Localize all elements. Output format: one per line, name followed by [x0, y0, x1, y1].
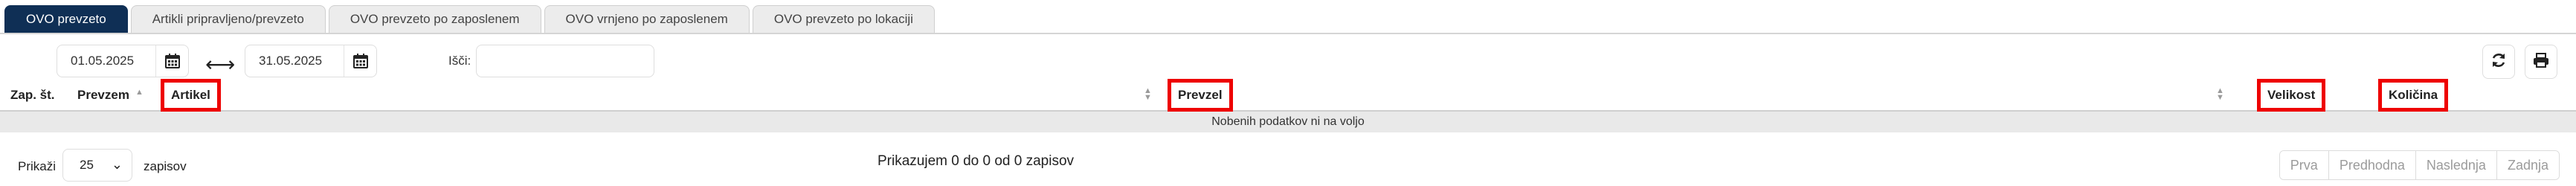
- column-zap-st[interactable]: Zap. št.: [10, 79, 55, 112]
- empty-table-message: Nobenih podatkov ni na voljo: [0, 112, 2576, 132]
- sort-icon: ▲ ▼: [1144, 86, 1152, 102]
- table-footer: Prikaži 25 ⌄ zapisov Prikazujem 0 do 0 o…: [0, 149, 2576, 186]
- calendar-icon[interactable]: [344, 45, 376, 77]
- table-header: Zap. št. Prevzem ▲ Artikel ▲ ▼ Prevzel ▲ ▼…: [0, 79, 2576, 112]
- column-velikost[interactable]: Velikost: [2257, 79, 2326, 112]
- records-info: Prikazujem 0 do 0 od 0 zapisov: [878, 153, 1075, 169]
- tab-ovo-prevzeto[interactable]: OVO prevzeto: [4, 5, 128, 33]
- date-from-value[interactable]: 01.05.2025: [57, 54, 155, 68]
- chevron-down-icon: ⌄: [111, 157, 123, 172]
- tab-ovo-vrnjeno-po-zaposlenem[interactable]: OVO vrnjeno po zaposlenem: [544, 5, 750, 33]
- column-kolicina[interactable]: Količina: [2378, 79, 2449, 112]
- sort-asc-icon: ▲: [135, 88, 144, 97]
- search-input[interactable]: [476, 45, 654, 77]
- search-label: Išči:: [448, 54, 471, 68]
- tab-ovo-prevzeto-po-zaposlenem[interactable]: OVO prevzeto po zaposlenem: [328, 5, 541, 33]
- column-prevzem[interactable]: Prevzem: [77, 79, 129, 112]
- tab-artikli-pripravljeno-prevzeto[interactable]: Artikli pripravljeno/prevzeto: [130, 5, 326, 33]
- pagination: Prva Predhodna Naslednja Zadnja: [2279, 150, 2560, 180]
- column-prevzel[interactable]: Prevzel: [1168, 79, 1233, 112]
- refresh-icon: [2490, 51, 2508, 73]
- records-label: zapisov: [144, 159, 187, 173]
- pager-previous[interactable]: Predhodna: [2328, 151, 2416, 179]
- print-icon: [2532, 51, 2550, 73]
- column-artikel[interactable]: Artikel: [161, 79, 221, 112]
- sort-icon: ▲ ▼: [2216, 86, 2224, 102]
- date-range-arrow-icon: ⟷: [205, 53, 236, 76]
- page-size-select[interactable]: 25 ⌄: [62, 149, 132, 182]
- report-tabs: OVO prevzeto Artikli pripravljeno/prevze…: [0, 3, 2576, 34]
- page-size-value: 25: [80, 158, 94, 172]
- pager-next[interactable]: Naslednja: [2415, 151, 2497, 179]
- page-size-label: Prikaži: [18, 159, 57, 173]
- refresh-button[interactable]: [2482, 45, 2515, 79]
- calendar-icon[interactable]: [155, 45, 188, 77]
- date-from-field[interactable]: 01.05.2025: [57, 45, 189, 77]
- tab-ovo-prevzeto-po-lokaciji[interactable]: OVO prevzeto po lokaciji: [752, 5, 935, 33]
- filter-bar: 01.05.2025 ⟷ 31.05.2025 Išči:: [0, 45, 2576, 79]
- print-button[interactable]: [2525, 45, 2557, 79]
- pager-first[interactable]: Prva: [2279, 151, 2329, 179]
- date-to-value[interactable]: 31.05.2025: [245, 54, 344, 68]
- pager-last[interactable]: Zadnja: [2496, 151, 2559, 179]
- date-to-field[interactable]: 31.05.2025: [245, 45, 377, 77]
